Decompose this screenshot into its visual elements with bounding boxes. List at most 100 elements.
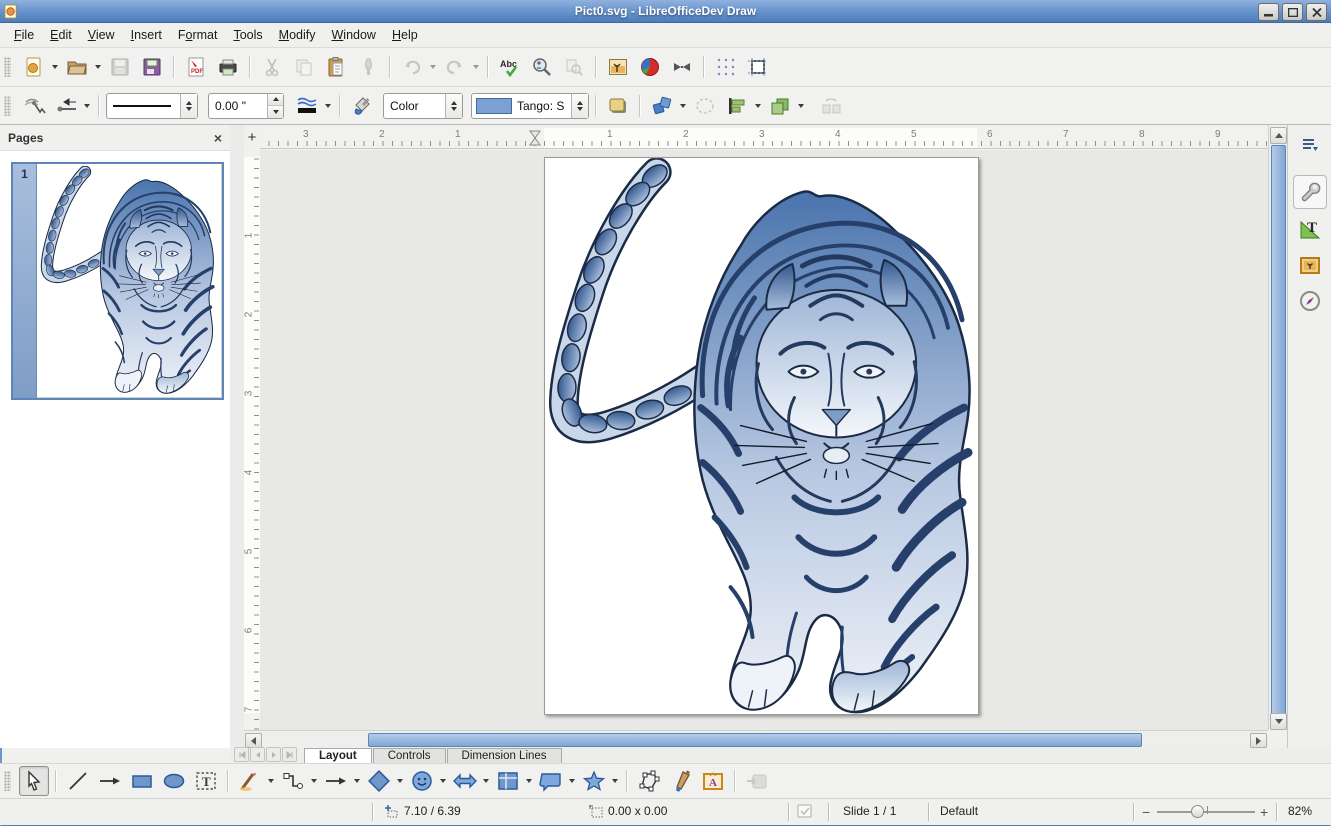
layer-tab[interactable]: Layout bbox=[304, 748, 372, 763]
previous-page-button[interactable] bbox=[250, 747, 265, 762]
undo-dropdown-arrow[interactable] bbox=[430, 65, 436, 69]
insert-chart-button[interactable] bbox=[635, 52, 665, 82]
scroll-left-button[interactable] bbox=[245, 733, 262, 748]
basic-shapes-button[interactable] bbox=[364, 766, 394, 796]
fontwork-button[interactable]: A bbox=[698, 766, 728, 796]
block-arrows-dropdown-arrow[interactable] bbox=[483, 779, 489, 783]
align-dropdown-arrow[interactable] bbox=[755, 104, 761, 108]
line-button[interactable] bbox=[63, 766, 93, 796]
connector-dropdown-arrow[interactable] bbox=[311, 779, 317, 783]
toolbar-grip[interactable] bbox=[4, 771, 11, 791]
clone-formatting-button[interactable] bbox=[353, 52, 383, 82]
drawing-page[interactable] bbox=[544, 157, 979, 715]
arrow-style-button[interactable] bbox=[51, 91, 81, 121]
horizontal-scroll-thumb[interactable] bbox=[368, 733, 1142, 747]
menu-item[interactable]: File bbox=[6, 25, 42, 45]
fill-color-spin[interactable] bbox=[571, 94, 588, 118]
glue-points-button[interactable] bbox=[666, 766, 696, 796]
page-thumbnail[interactable]: 1 bbox=[11, 162, 224, 400]
layer-tab[interactable]: Dimension Lines bbox=[447, 748, 562, 763]
rectangle-button[interactable] bbox=[127, 766, 157, 796]
zoom-in-button[interactable]: + bbox=[1260, 804, 1268, 820]
open-button[interactable] bbox=[62, 52, 92, 82]
tiger-drawing[interactable] bbox=[545, 158, 978, 714]
callouts-button[interactable] bbox=[536, 766, 566, 796]
pages-panel-close-icon[interactable]: × bbox=[214, 130, 222, 146]
rotate-dropdown-arrow[interactable] bbox=[680, 104, 686, 108]
vertical-scroll-thumb[interactable] bbox=[1271, 145, 1286, 717]
display-grid-button[interactable] bbox=[711, 52, 741, 82]
layer-tab[interactable]: Controls bbox=[373, 748, 446, 763]
lines-arrows-dropdown-arrow[interactable] bbox=[354, 779, 360, 783]
sidebar-gallery-button[interactable] bbox=[1294, 249, 1326, 281]
arrange-dropdown-arrow[interactable] bbox=[798, 104, 804, 108]
block-arrows-button[interactable] bbox=[450, 766, 480, 796]
vertical-scrollbar[interactable] bbox=[1268, 125, 1287, 730]
last-page-button[interactable] bbox=[282, 747, 297, 762]
menu-item[interactable]: Window bbox=[323, 25, 383, 45]
sidebar-properties-button[interactable] bbox=[1293, 175, 1327, 209]
connector-button[interactable] bbox=[278, 766, 308, 796]
helplines-button[interactable] bbox=[743, 52, 773, 82]
menu-item[interactable]: Edit bbox=[42, 25, 80, 45]
select-button[interactable] bbox=[19, 766, 49, 796]
zoom-slider-handle[interactable] bbox=[1191, 805, 1204, 818]
points-button[interactable] bbox=[634, 766, 664, 796]
save-as-button[interactable] bbox=[137, 52, 167, 82]
sidebar-settings-button[interactable] bbox=[1294, 129, 1326, 161]
zoom-slider-track[interactable] bbox=[1157, 811, 1255, 813]
line-style-select[interactable] bbox=[106, 93, 198, 119]
menu-item[interactable]: Modify bbox=[271, 25, 324, 45]
new-dropdown-arrow[interactable] bbox=[52, 65, 58, 69]
distribute-button[interactable] bbox=[816, 91, 846, 121]
line-width-input[interactable]: 0.00 " bbox=[208, 93, 284, 119]
symbol-shapes-dropdown-arrow[interactable] bbox=[440, 779, 446, 783]
zoom-out-button[interactable]: − bbox=[1142, 804, 1150, 820]
transformations-button[interactable] bbox=[667, 52, 697, 82]
scroll-up-button[interactable] bbox=[1270, 127, 1287, 144]
sidebar-shapes-button[interactable]: T bbox=[1294, 213, 1326, 245]
redo-dropdown-arrow[interactable] bbox=[473, 65, 479, 69]
ruler-origin-marker[interactable] bbox=[529, 130, 541, 146]
curve-dropdown-arrow[interactable] bbox=[268, 779, 274, 783]
title-bar[interactable]: Pict0.svg - LibreOfficeDev Draw bbox=[0, 0, 1331, 23]
curve-button[interactable] bbox=[235, 766, 265, 796]
line-width-spin[interactable] bbox=[267, 94, 283, 118]
copy-button[interactable] bbox=[289, 52, 319, 82]
cut-button[interactable] bbox=[257, 52, 287, 82]
line-arrow-button[interactable] bbox=[95, 766, 125, 796]
ellipse-button[interactable] bbox=[159, 766, 189, 796]
align-objects-button[interactable] bbox=[722, 91, 752, 121]
toolbar-grip[interactable] bbox=[4, 96, 11, 116]
insert-image-button[interactable] bbox=[603, 52, 633, 82]
minimize-button[interactable] bbox=[1258, 3, 1279, 21]
save-button[interactable] bbox=[105, 52, 135, 82]
insert-from-file-button[interactable] bbox=[742, 766, 772, 796]
toolbar-grip[interactable] bbox=[4, 57, 11, 77]
vertical-ruler[interactable]: 1234567 bbox=[244, 150, 261, 730]
find-replace-button[interactable] bbox=[559, 52, 589, 82]
scroll-down-button[interactable] bbox=[1270, 713, 1287, 730]
fill-color-select[interactable]: Tango: S bbox=[471, 93, 589, 119]
area-style-button[interactable] bbox=[347, 91, 377, 121]
spelling-button[interactable]: Abc bbox=[495, 52, 525, 82]
drawing-canvas[interactable] bbox=[260, 150, 1268, 730]
flowchart-dropdown-arrow[interactable] bbox=[526, 779, 532, 783]
export-pdf-button[interactable]: PDF bbox=[181, 52, 211, 82]
next-page-button[interactable] bbox=[266, 747, 281, 762]
close-button[interactable] bbox=[1306, 3, 1327, 21]
print-button[interactable] bbox=[213, 52, 243, 82]
zoom-level[interactable]: 82% bbox=[1288, 804, 1312, 818]
page-style[interactable]: Default bbox=[940, 804, 978, 818]
paste-button[interactable] bbox=[321, 52, 351, 82]
open-dropdown-arrow[interactable] bbox=[95, 65, 101, 69]
stars-dropdown-arrow[interactable] bbox=[612, 779, 618, 783]
scroll-right-button[interactable] bbox=[1250, 733, 1267, 748]
line-style-spin[interactable] bbox=[180, 94, 197, 118]
redo-button[interactable] bbox=[440, 52, 470, 82]
callouts-dropdown-arrow[interactable] bbox=[569, 779, 575, 783]
fill-style-spin[interactable] bbox=[445, 94, 462, 118]
shadow-button[interactable] bbox=[603, 91, 633, 121]
maximize-button[interactable] bbox=[1282, 3, 1303, 21]
symbol-shapes-button[interactable] bbox=[407, 766, 437, 796]
